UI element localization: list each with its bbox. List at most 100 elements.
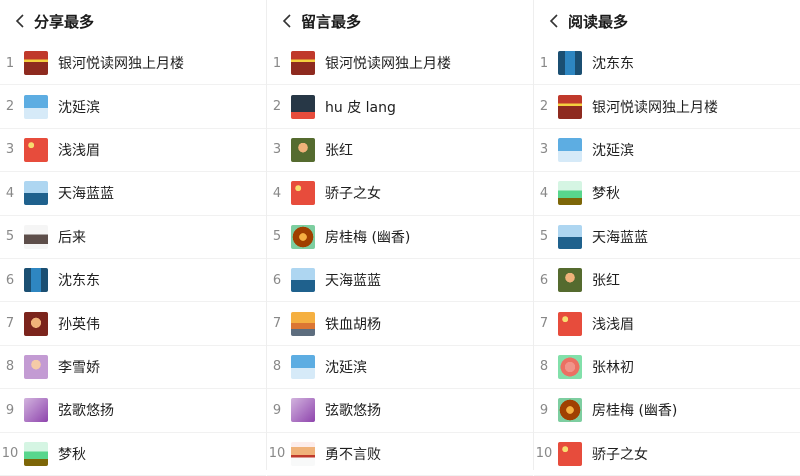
avatar[interactable] xyxy=(558,51,582,76)
avatar[interactable] xyxy=(291,311,315,336)
user-name[interactable]: 张红 xyxy=(325,140,353,160)
avatar[interactable] xyxy=(291,398,315,423)
user-name[interactable]: 张红 xyxy=(592,270,620,290)
avatar[interactable] xyxy=(291,354,315,379)
avatar[interactable] xyxy=(291,137,315,162)
list-item[interactable]: 4 梦秋 xyxy=(534,172,800,216)
list-item[interactable]: 2 hu 皮 lang xyxy=(267,85,533,129)
list-item[interactable]: 4 天海蓝蓝 xyxy=(0,172,266,216)
back-chevron-icon[interactable] xyxy=(544,11,564,31)
list-item[interactable]: 5 房桂梅 (幽香) xyxy=(267,216,533,259)
avatar[interactable] xyxy=(24,268,48,293)
list-item[interactable]: 2 沈延滨 xyxy=(0,85,266,129)
column-title: 分享最多 xyxy=(34,12,95,31)
avatar[interactable] xyxy=(24,311,48,336)
avatar[interactable] xyxy=(291,224,315,249)
rank-number: 10 xyxy=(268,446,286,462)
list-item[interactable]: 7 铁血胡杨 xyxy=(267,302,533,346)
avatar[interactable] xyxy=(291,441,315,466)
column-most-shared: 分享最多 1 银河悦读网独上月楼 2 沈延滨 3 浅浅眉 4 天海蓝蓝 5 后来 6 沈东东 7 孙英伟 8… xyxy=(0,0,266,476)
avatar[interactable] xyxy=(558,181,582,206)
avatar[interactable] xyxy=(558,94,582,119)
list-item[interactable]: 9 房桂梅 (幽香) xyxy=(534,389,800,433)
avatar[interactable] xyxy=(24,354,48,379)
user-name[interactable]: 沈东东 xyxy=(58,270,100,290)
rank-number: 2 xyxy=(272,99,282,115)
list-item[interactable]: 6 张红 xyxy=(534,259,800,303)
back-chevron-icon[interactable] xyxy=(10,11,30,31)
list-item[interactable]: 5 天海蓝蓝 xyxy=(534,216,800,259)
avatar[interactable] xyxy=(24,441,48,466)
avatar[interactable] xyxy=(24,181,48,206)
user-name[interactable]: 房桂梅 (幽香) xyxy=(325,227,410,247)
avatar[interactable] xyxy=(24,51,48,76)
user-name[interactable]: 银河悦读网独上月楼 xyxy=(58,53,184,73)
list-item[interactable]: 9 弦歌悠扬 xyxy=(0,389,266,433)
list-item[interactable]: 8 李雪娇 xyxy=(0,346,266,390)
user-name[interactable]: 李雪娇 xyxy=(58,357,100,377)
user-name[interactable]: 浅浅眉 xyxy=(58,140,100,160)
user-name[interactable]: 房桂梅 (幽香) xyxy=(592,400,677,420)
user-name[interactable]: 天海蓝蓝 xyxy=(592,227,648,247)
user-name[interactable]: 银河悦读网独上月楼 xyxy=(592,97,718,117)
avatar[interactable] xyxy=(291,94,315,119)
user-name[interactable]: 沈东东 xyxy=(592,53,634,73)
list-item[interactable]: 7 浅浅眉 xyxy=(534,302,800,346)
user-name[interactable]: 勇不言败 xyxy=(325,444,381,464)
avatar[interactable] xyxy=(558,311,582,336)
avatar[interactable] xyxy=(558,354,582,379)
avatar[interactable] xyxy=(558,137,582,162)
list-item[interactable]: 5 后来 xyxy=(0,216,266,259)
list-item[interactable]: 3 沈延滨 xyxy=(534,129,800,173)
list-item[interactable]: 10 骄子之女 xyxy=(534,433,800,476)
list-item[interactable]: 4 骄子之女 xyxy=(267,172,533,216)
user-name[interactable]: 弦歌悠扬 xyxy=(325,400,381,420)
user-name[interactable]: 沈延滨 xyxy=(592,140,634,160)
user-name[interactable]: 后来 xyxy=(58,227,86,247)
list-item[interactable]: 9 弦歌悠扬 xyxy=(267,389,533,433)
list-item[interactable]: 7 孙英伟 xyxy=(0,302,266,346)
user-name[interactable]: 骄子之女 xyxy=(592,444,648,464)
user-name[interactable]: 梦秋 xyxy=(592,183,620,203)
avatar[interactable] xyxy=(558,268,582,293)
list-item[interactable]: 3 浅浅眉 xyxy=(0,129,266,173)
avatar[interactable] xyxy=(24,94,48,119)
list-item[interactable]: 8 沈延滨 xyxy=(267,346,533,390)
list-item[interactable]: 8 张林初 xyxy=(534,346,800,390)
avatar[interactable] xyxy=(24,224,48,249)
avatar[interactable] xyxy=(291,181,315,206)
avatar[interactable] xyxy=(558,398,582,423)
list-item[interactable]: 1 沈东东 xyxy=(534,42,800,86)
list-item[interactable]: 6 沈东东 xyxy=(0,259,266,303)
list-item[interactable]: 3 张红 xyxy=(267,129,533,173)
rank-number: 4 xyxy=(539,185,549,201)
list-item[interactable]: 1 银河悦读网独上月楼 xyxy=(267,42,533,86)
user-name[interactable]: 骄子之女 xyxy=(325,183,381,203)
user-name[interactable]: 浅浅眉 xyxy=(592,314,634,334)
avatar[interactable] xyxy=(24,398,48,423)
user-name[interactable]: 银河悦读网独上月楼 xyxy=(325,53,451,73)
list-item[interactable]: 6 天海蓝蓝 xyxy=(267,259,533,303)
back-chevron-icon[interactable] xyxy=(277,11,297,31)
user-name[interactable]: 梦秋 xyxy=(58,444,86,464)
user-name[interactable]: 沈延滨 xyxy=(325,357,367,377)
user-name[interactable]: 孙英伟 xyxy=(58,314,100,334)
user-name[interactable]: 天海蓝蓝 xyxy=(58,183,114,203)
list-item[interactable]: 10 勇不言败 xyxy=(267,433,533,476)
list-item[interactable]: 1 银河悦读网独上月楼 xyxy=(0,42,266,86)
avatar[interactable] xyxy=(558,441,582,466)
avatar[interactable] xyxy=(558,224,582,249)
user-name[interactable]: 沈延滨 xyxy=(58,97,100,117)
user-name[interactable]: 天海蓝蓝 xyxy=(325,270,381,290)
user-name[interactable]: 弦歌悠扬 xyxy=(58,400,114,420)
avatar[interactable] xyxy=(291,51,315,76)
user-name[interactable]: hu 皮 lang xyxy=(325,97,396,117)
list-item[interactable]: 10 梦秋 xyxy=(0,433,266,476)
list-item[interactable]: 2 银河悦读网独上月楼 xyxy=(534,85,800,129)
avatar[interactable] xyxy=(291,268,315,293)
column-most-read: 阅读最多 1 沈东东 2 银河悦读网独上月楼 3 沈延滨 4 梦秋 5 天海蓝蓝 6 张红 7 浅浅眉 8 张… xyxy=(533,0,800,476)
avatar[interactable] xyxy=(24,137,48,162)
user-name[interactable]: 铁血胡杨 xyxy=(325,314,381,334)
rank-number: 1 xyxy=(539,55,549,71)
user-name[interactable]: 张林初 xyxy=(592,357,634,377)
